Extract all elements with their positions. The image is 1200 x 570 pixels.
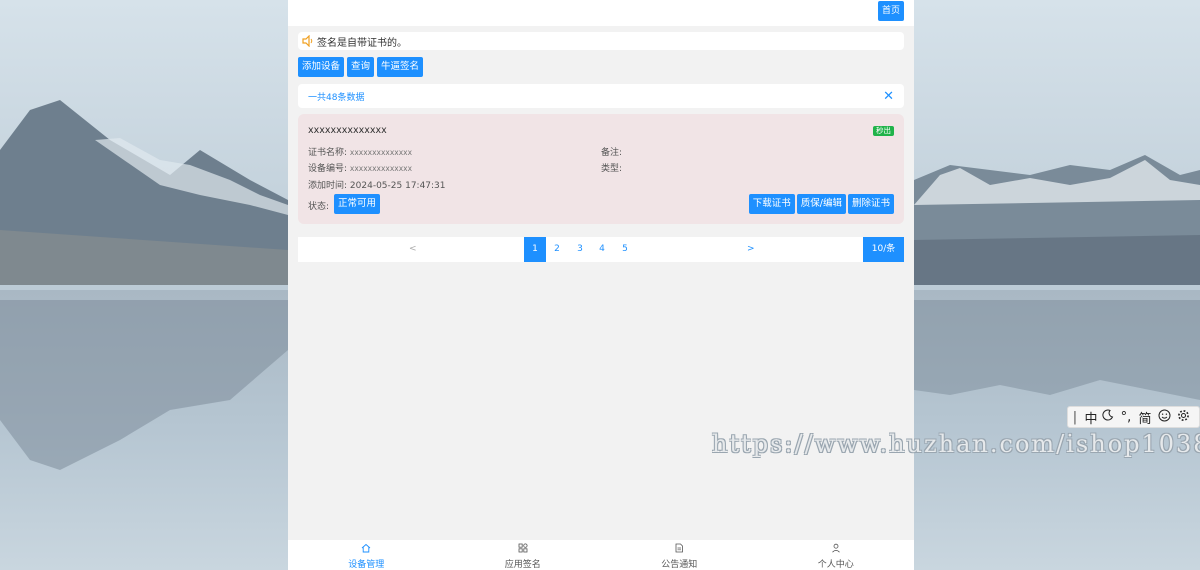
cert-name-value: xxxxxxxxxxxxxx bbox=[349, 148, 413, 157]
home-icon bbox=[361, 543, 371, 553]
ime-cursor-icon: | bbox=[1072, 409, 1078, 425]
query-button[interactable]: 查询 bbox=[347, 57, 375, 77]
pagination: < 1 2 3 4 5 > 10/条 bbox=[298, 237, 904, 262]
smiley-icon[interactable] bbox=[1154, 409, 1174, 426]
speaker-icon bbox=[302, 35, 313, 47]
ime-simplified[interactable]: 简 bbox=[1136, 408, 1154, 427]
tab-device-management[interactable]: 设备管理 bbox=[288, 540, 445, 570]
summary-bar: 一共48条数据 ✕ bbox=[298, 84, 904, 108]
notice-bar: 签名是自带证书的。 bbox=[298, 32, 904, 50]
site-watermark: https://www.huzhan.com/ishop10386 bbox=[712, 430, 1200, 458]
user-icon bbox=[831, 543, 840, 553]
action-buttons: 添加设备 查询 牛逼签名 bbox=[298, 57, 424, 77]
document-icon bbox=[675, 543, 684, 553]
download-cert-button[interactable]: 下载证书 bbox=[748, 194, 795, 214]
gear-icon[interactable] bbox=[1174, 409, 1192, 426]
tab-label: 应用签名 bbox=[504, 560, 541, 570]
added-time-row: 添加时间: 2024-05-25 17:47:31 bbox=[308, 178, 446, 191]
tab-label: 设备管理 bbox=[348, 560, 385, 570]
bottom-tab-bar: 设备管理 应用签名 公告通知 个人中心 bbox=[288, 540, 914, 570]
device-id-row: 设备编号: xxxxxxxxxxxxxx bbox=[308, 161, 412, 174]
total-count-text: 一共48条数据 bbox=[308, 92, 365, 103]
ime-chinese-mode[interactable]: 中 bbox=[1082, 408, 1100, 427]
top-bar: 首页 bbox=[288, 0, 914, 26]
device-id-label: 设备编号: bbox=[308, 164, 348, 174]
ime-punctuation[interactable]: °, bbox=[1116, 410, 1136, 425]
page-5-button[interactable]: 5 bbox=[614, 237, 636, 262]
cert-name-label: 证书名称: bbox=[308, 148, 348, 158]
remark-row: 备注: bbox=[601, 145, 622, 158]
remark-label: 备注: bbox=[601, 148, 623, 158]
apps-icon bbox=[518, 543, 528, 553]
device-card: xxxxxxxxxxxxxx 秒出 证书名称: xxxxxxxxxxxxxx 设… bbox=[298, 114, 904, 224]
cert-name-row: 证书名称: xxxxxxxxxxxxxx bbox=[308, 145, 412, 158]
close-icon[interactable]: ✕ bbox=[883, 90, 894, 103]
home-button[interactable]: 首页 bbox=[878, 1, 904, 21]
device-id-value: xxxxxxxxxxxxxx bbox=[349, 164, 413, 173]
next-page-button[interactable]: > bbox=[747, 244, 755, 254]
tab-label: 公告通知 bbox=[661, 560, 698, 570]
type-label: 类型: bbox=[601, 164, 623, 174]
page-size-select[interactable]: 10/条 bbox=[863, 237, 904, 262]
moon-icon[interactable] bbox=[1100, 409, 1116, 425]
added-time-label: 添加时间: bbox=[308, 181, 348, 191]
prev-page-button[interactable]: < bbox=[409, 244, 417, 254]
card-action-buttons: 下载证书 质保/编辑 删除证书 bbox=[748, 194, 894, 214]
page-3-button[interactable]: 3 bbox=[569, 237, 591, 262]
page-2-button[interactable]: 2 bbox=[546, 237, 568, 262]
add-device-button[interactable]: 添加设备 bbox=[298, 57, 345, 77]
page-4-button[interactable]: 4 bbox=[591, 237, 613, 262]
ime-toolbar: | 中 °, 简 bbox=[1067, 406, 1200, 428]
tab-profile[interactable]: 个人中心 bbox=[758, 540, 915, 570]
app-container: 首页 签名是自带证书的。 添加设备 查询 牛逼签名 一共48条数据 ✕ xxxx… bbox=[288, 0, 914, 570]
added-time-value: 2024-05-25 17:47:31 bbox=[349, 181, 446, 191]
tab-announcements[interactable]: 公告通知 bbox=[601, 540, 758, 570]
warranty-edit-button[interactable]: 质保/编辑 bbox=[796, 194, 846, 214]
super-sign-button[interactable]: 牛逼签名 bbox=[377, 57, 424, 77]
tab-app-signing[interactable]: 应用签名 bbox=[445, 540, 602, 570]
status-value-button[interactable]: 正常可用 bbox=[334, 194, 381, 214]
type-row: 类型: bbox=[601, 161, 622, 174]
device-title: xxxxxxxxxxxxxx bbox=[308, 125, 387, 136]
notice-text: 签名是自带证书的。 bbox=[317, 37, 407, 49]
delete-cert-button[interactable]: 删除证书 bbox=[847, 194, 894, 214]
page-1-button[interactable]: 1 bbox=[524, 237, 546, 262]
status-badge: 秒出 bbox=[873, 126, 894, 136]
tab-label: 个人中心 bbox=[817, 560, 854, 570]
status-label: 状态: bbox=[308, 202, 330, 212]
